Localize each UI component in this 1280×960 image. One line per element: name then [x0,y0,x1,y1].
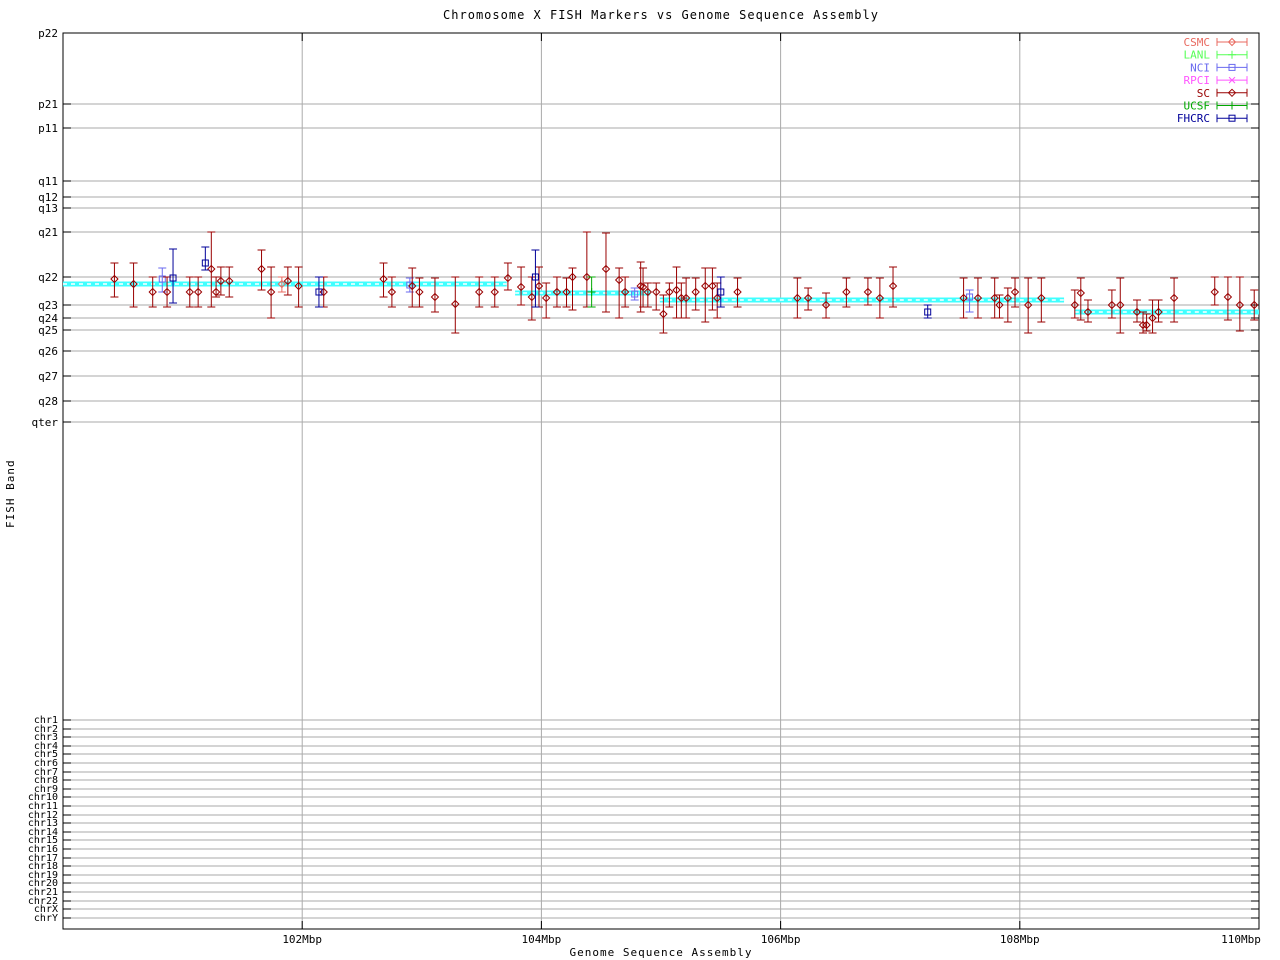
chart-screenshot: Chromosome X FISH Markers vs Genome Sequ… [0,0,1280,960]
y-tick-label: chrY [34,913,58,924]
legend-label-rpci: RPCI [1184,74,1211,87]
y-tick-label: q21 [38,226,58,239]
y-tick-label: p21 [38,98,58,111]
x-tick-label: 104Mbp [522,933,562,946]
y-tick-label: q11 [38,175,58,188]
plot-canvas: p22p21p11q11q12q13q21q22q23q24q25q26q27q… [0,0,1280,960]
y-tick-label: q27 [38,370,58,383]
y-tick-label: p22 [38,27,58,40]
y-tick-label: q28 [38,395,58,408]
legend-label-csmc: CSMC [1184,36,1211,49]
legend-label-fhcrc: FHCRC [1177,112,1210,125]
y-tick-label: q13 [38,202,58,215]
x-tick-label: 108Mbp [1000,933,1040,946]
x-tick-label: 102Mbp [282,933,322,946]
y-tick-label: q26 [38,345,58,358]
legend-label-lanl: LANL [1184,49,1211,62]
legend-label-ucsf: UCSF [1184,100,1211,113]
legend-label-nci: NCI [1190,61,1210,74]
y-tick-label: q25 [38,324,58,337]
y-tick-label: q22 [38,271,58,284]
legend-label-sc: SC [1197,87,1210,100]
y-tick-label: qter [32,416,59,429]
y-tick-label: p11 [38,122,58,135]
plot-border [63,33,1259,929]
x-tick-label: 106Mbp [761,933,801,946]
y-tick-label: q23 [38,299,58,312]
x-tick-label: 110Mbp [1221,933,1261,946]
